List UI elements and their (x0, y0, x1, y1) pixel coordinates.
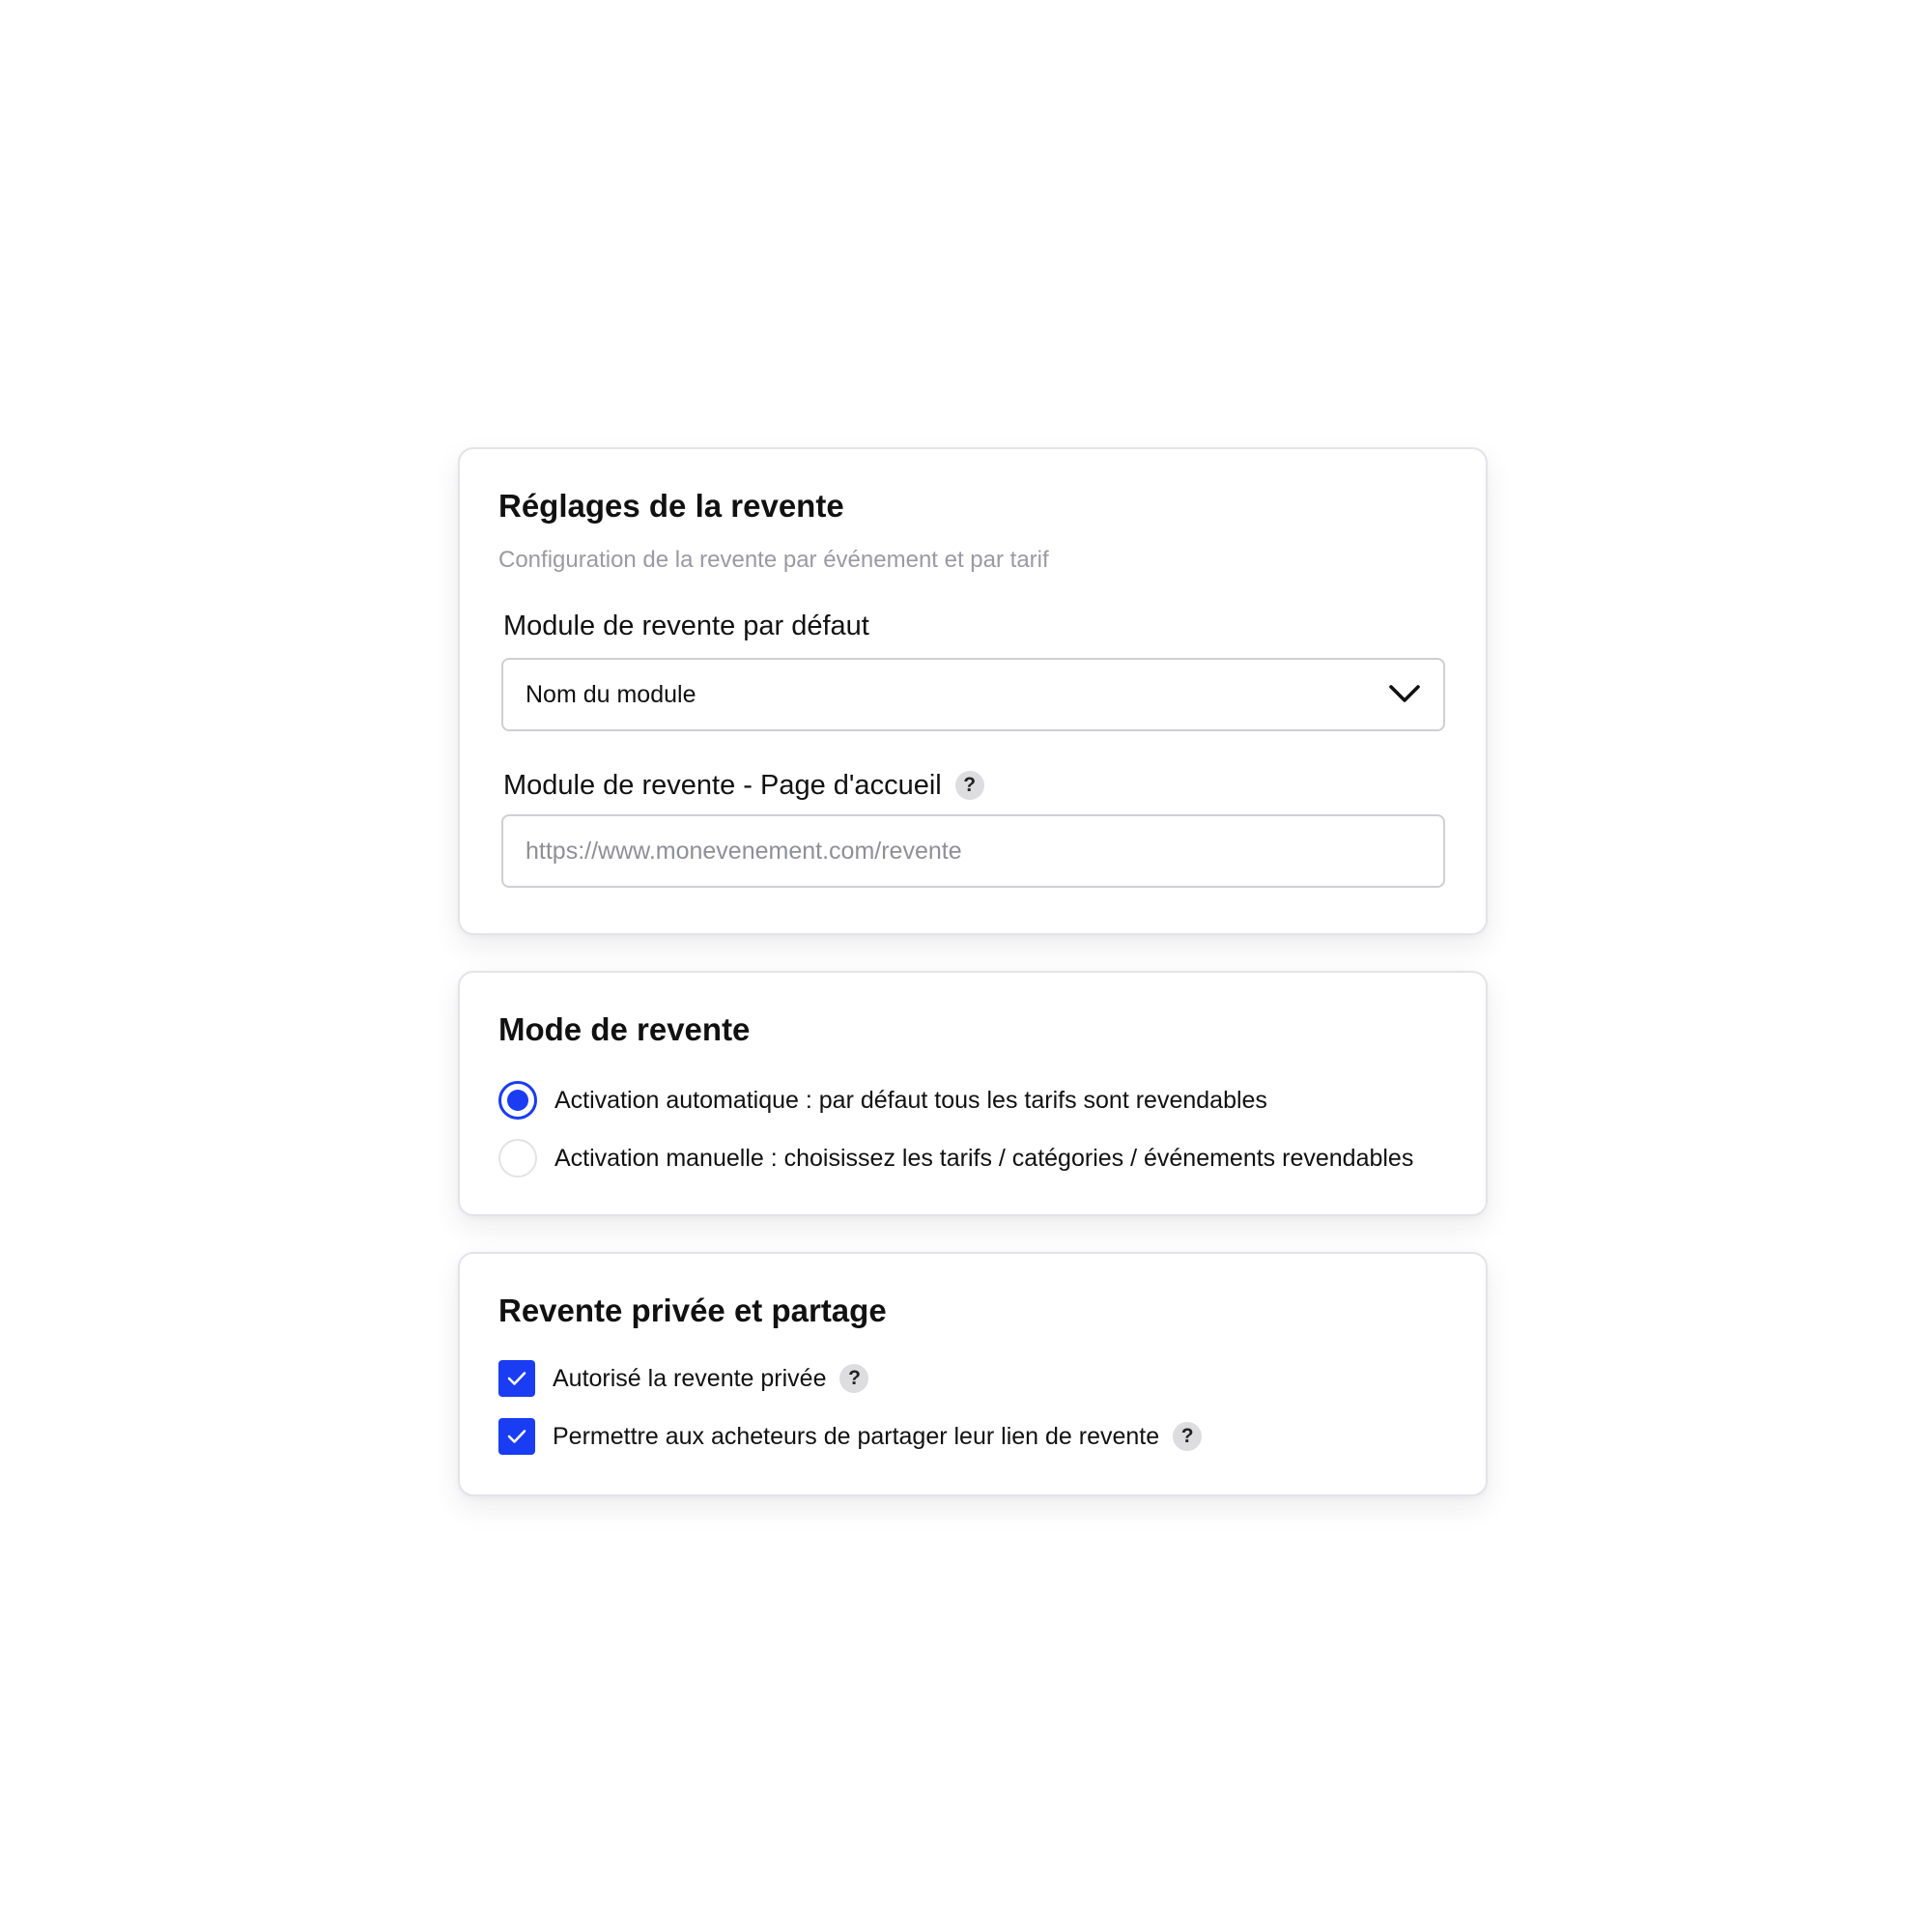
radio-option-manual[interactable]: Activation manuelle : choisissez les tar… (498, 1139, 1413, 1178)
home-page-label-text: Module de revente - Page d'accueil (503, 769, 942, 801)
check-icon (507, 1372, 526, 1385)
checkbox-checked[interactable] (498, 1360, 535, 1397)
radio-option-label: Activation automatique : par défaut tous… (554, 1086, 1267, 1114)
checkbox-option-label: Autorisé la revente privée (553, 1364, 827, 1392)
private-resale-title: Revente privée et partage (498, 1293, 887, 1328)
help-icon[interactable]: ? (839, 1364, 869, 1393)
radio-option-label: Activation manuelle : choisissez les tar… (554, 1144, 1414, 1172)
home-page-label: Module de revente - Page d'accueil ? (503, 766, 984, 805)
default-module-label-text: Module de revente par défaut (503, 611, 869, 641)
chevron-down-icon (1389, 685, 1420, 702)
resale-mode-card: Mode de revente Activation automatique :… (458, 971, 1488, 1216)
default-module-selected-value: Nom du module (526, 681, 696, 708)
radio-button-unselected[interactable] (498, 1139, 537, 1178)
resale-mode-title: Mode de revente (498, 1011, 751, 1047)
checkbox-option-label: Permettre aux acheteurs de partager leur… (553, 1422, 1160, 1450)
default-module-select[interactable]: Nom du module (501, 658, 1445, 731)
home-page-url-field[interactable] (501, 814, 1445, 888)
private-resale-card: Revente privée et partage Autorisé la re… (458, 1252, 1488, 1496)
help-icon[interactable]: ? (1173, 1422, 1203, 1451)
radio-button-selected[interactable] (498, 1081, 537, 1120)
checkbox-option-private-resale[interactable]: Autorisé la revente privée ? (498, 1360, 869, 1397)
home-page-url-input[interactable] (503, 816, 1443, 886)
resale-settings-title: Réglages de la revente (498, 488, 844, 524)
resale-settings-card: Réglages de la revente Configuration de … (458, 447, 1488, 935)
check-icon (507, 1430, 526, 1443)
help-icon[interactable]: ? (954, 771, 984, 800)
radio-option-automatic[interactable]: Activation automatique : par défaut tous… (498, 1081, 1267, 1120)
default-module-label: Module de revente par défaut (503, 611, 869, 642)
checkbox-option-share-link[interactable]: Permettre aux acheteurs de partager leur… (498, 1418, 1203, 1455)
resale-settings-subtitle: Configuration de la revente par événemen… (498, 547, 1049, 573)
checkbox-checked[interactable] (498, 1418, 535, 1455)
